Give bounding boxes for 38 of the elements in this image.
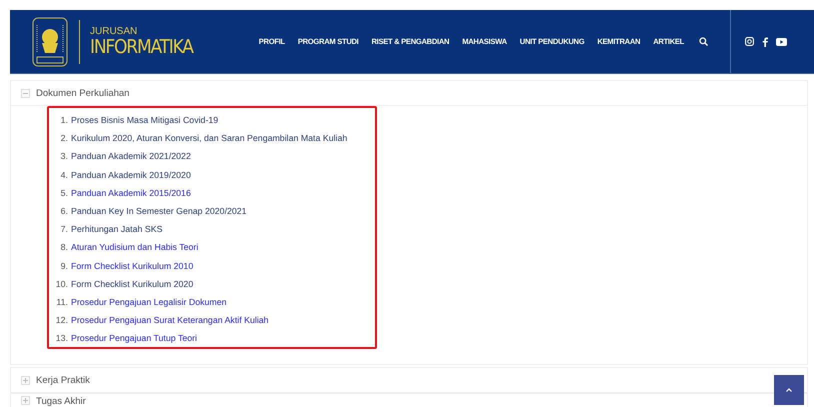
brand-title: INFORMATIKA xyxy=(90,38,193,56)
list-number: 3. xyxy=(60,151,68,162)
list-number: 9. xyxy=(60,260,68,271)
document-link[interactable]: Aturan Yudisium dan Habis Teori xyxy=(71,242,198,252)
document-link[interactable]: Form Checklist Kurikulum 2020 xyxy=(71,278,194,289)
accordion-title: Tugas Akhir xyxy=(36,396,86,407)
brand-subtitle: JURUSAN xyxy=(90,26,138,36)
search-icon[interactable] xyxy=(699,37,708,46)
document-link[interactable]: Panduan Akademik 2019/2020 xyxy=(71,170,191,180)
list-number: 1. xyxy=(60,115,68,126)
document-link[interactable]: Proses Bisnis Masa Mitigasi Covid-19 xyxy=(71,115,218,126)
accordion-header[interactable]: Dokumen Perkuliahan xyxy=(11,81,807,106)
list-number: 10. xyxy=(54,278,68,289)
document-link[interactable]: Perhitungan Jatah SKS xyxy=(71,224,162,234)
document-link[interactable]: Prosedur Pengajuan Legalisir Dokumen xyxy=(71,296,227,307)
university-logo[interactable] xyxy=(32,16,68,66)
instagram-icon[interactable] xyxy=(745,37,754,46)
list-number: 7. xyxy=(60,224,68,234)
document-link[interactable]: Prosedur Pengajuan Tutup Teori xyxy=(71,333,198,344)
list-number: 8. xyxy=(60,242,68,252)
document-link[interactable]: Panduan Akademik 2015/2016 xyxy=(71,188,191,198)
list-number: 5. xyxy=(60,188,68,198)
list-number: 6. xyxy=(60,206,68,216)
accordion-title: Dokumen Perkuliahan xyxy=(36,88,130,98)
list-number: 4. xyxy=(60,170,68,180)
list-number: 13. xyxy=(54,333,68,344)
facebook-icon[interactable] xyxy=(762,36,768,46)
document-link[interactable]: Form Checklist Kurikulum 2010 xyxy=(71,260,194,271)
youtube-icon[interactable] xyxy=(776,38,788,46)
document-link[interactable]: Panduan Key In Semester Genap 2020/2021 xyxy=(71,206,247,216)
accordion-title: Kerja Praktik xyxy=(36,374,90,386)
document-link[interactable]: Kurikulum 2020, Aturan Konversi, dan Saran Pengambilan Mata Kuliah xyxy=(71,133,348,144)
caret-up-icon xyxy=(786,388,792,392)
document-link[interactable]: Prosedur Pengajuan Surat Keterangan Aktif Kuliah xyxy=(71,315,269,326)
list-number: 2. xyxy=(60,133,68,144)
document-link[interactable]: Panduan Akademik 2021/2022 xyxy=(71,151,191,162)
list-number: 12. xyxy=(54,315,68,326)
list-number: 11. xyxy=(55,296,68,307)
